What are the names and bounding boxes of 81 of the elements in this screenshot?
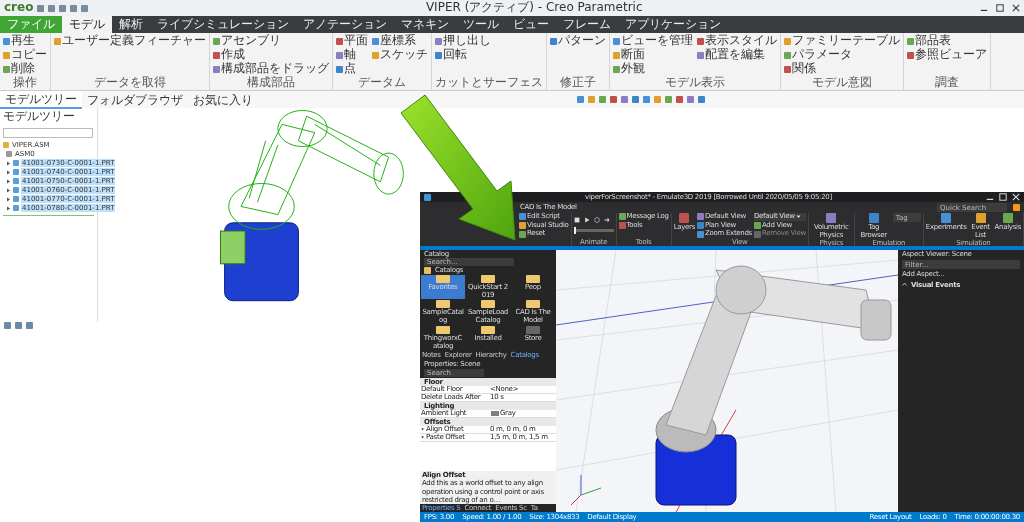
group-label: 修正子 [559,76,597,90]
ribbon-button[interactable]: ユーザー定義フィーチャー [54,34,206,48]
ribbon-tab[interactable]: ツール [456,16,506,33]
tool-icon [941,213,952,223]
folder-icon [526,300,540,309]
group-label: データム [357,76,407,90]
ribbon-button[interactable]: スケッチ [372,48,428,62]
tool-icon [679,213,690,223]
forward-icon[interactable] [603,217,610,223]
ribbon-button[interactable]: パラメータ [784,48,900,62]
panel-tab[interactable]: お気に入り [188,91,258,108]
ribbon-button[interactable]: 構成部品をドラッグ [213,62,329,76]
basket-icon [526,325,540,334]
group-label: 構成部品 [246,76,296,90]
folder-icon [526,275,540,284]
ribbon-button[interactable]: 作成 [213,48,329,62]
tool-icon [975,213,986,223]
folder-icon [436,325,450,334]
collapse-icon[interactable] [902,282,907,288]
play-icon[interactable] [583,217,590,223]
ribbon-button[interactable]: 削除 [3,62,47,76]
ribbon-button[interactable]: 関係 [784,62,900,76]
folder-icon [436,275,450,284]
ribbon-button[interactable]: 平面 [336,34,368,48]
ribbon-button[interactable]: コピー [3,48,47,62]
group-label: モデル意図 [811,76,873,90]
ribbon-button[interactable]: 軸 [336,48,368,62]
maximize-icon[interactable] [996,4,1004,12]
assembly-icon [3,142,9,149]
tool-icon [1002,213,1013,223]
slider-thumb[interactable] [574,227,577,234]
close-icon[interactable] [1012,4,1020,12]
group-label: データを取得 [93,76,167,90]
app-icon [424,193,431,201]
ribbon-button[interactable]: 押し出し [435,34,543,48]
ribbon-button[interactable]: 回転 [435,48,543,62]
folder-icon [481,325,495,334]
group-label: モデル表示 [664,76,726,90]
window-title: VIPER (アクティブ) - Creo Parametric [424,1,644,15]
axes-icon [6,151,12,158]
ribbon-tab[interactable]: フレーム [556,16,618,33]
logo: creo [4,1,34,15]
folder-icon [424,266,431,274]
ribbon-button[interactable]: 表示スタイル [697,34,777,48]
group-label: 調査 [934,76,960,90]
tool-icon [550,37,557,45]
ribbon-button[interactable]: 外観 [613,62,693,76]
folder-icon [436,300,450,309]
ribbon-button[interactable]: 座標系 [372,34,428,48]
ribbon-tab[interactable]: ビュー [506,16,556,33]
ribbon-button[interactable]: アセンブリ [213,34,329,48]
tree-header: モデルツリー [3,110,76,124]
ribbon-tab[interactable]: ライブシミュレーション [150,16,296,33]
group-label: カットとサーフェス [435,76,543,90]
tool-icon [54,37,61,45]
ribbon-button[interactable]: 再生 [3,34,47,48]
swatch-icon [491,410,499,416]
ribbon-tab[interactable]: アプリケーション [618,16,728,33]
ribbon-button[interactable]: 断面 [613,48,693,62]
stop-icon[interactable] [573,217,580,223]
ribbon-button[interactable]: 参照ビューア [907,48,987,62]
caret-icon [795,214,801,220]
panel-tab[interactable]: フォルダブラウザ [82,91,188,108]
ribbon-button[interactable]: ファミリーテーブル [784,34,900,48]
ribbon-button[interactable]: 配置を編集 [697,48,777,62]
tool-icon [868,213,879,223]
tool-icon [826,213,837,223]
ribbon-tab[interactable]: マネキン [394,16,456,33]
folder-icon [481,300,495,309]
ribbon-button[interactable]: 部品表 [907,34,987,48]
group-label: 操作 [12,76,38,90]
folder-icon [481,275,495,284]
step-icon[interactable] [593,217,600,223]
ribbon-button[interactable]: パターン [550,34,606,48]
ribbon-button[interactable]: ビューを管理 [613,34,693,48]
ribbon-tab[interactable]: 解析 [112,16,150,33]
filter-field[interactable] [3,127,93,138]
ribbon-tab[interactable]: モデル [62,16,112,33]
axes-icon [570,474,602,506]
ribbon-tab[interactable]: アノテーション [296,16,394,33]
ribbon-button[interactable]: 点 [336,62,368,76]
